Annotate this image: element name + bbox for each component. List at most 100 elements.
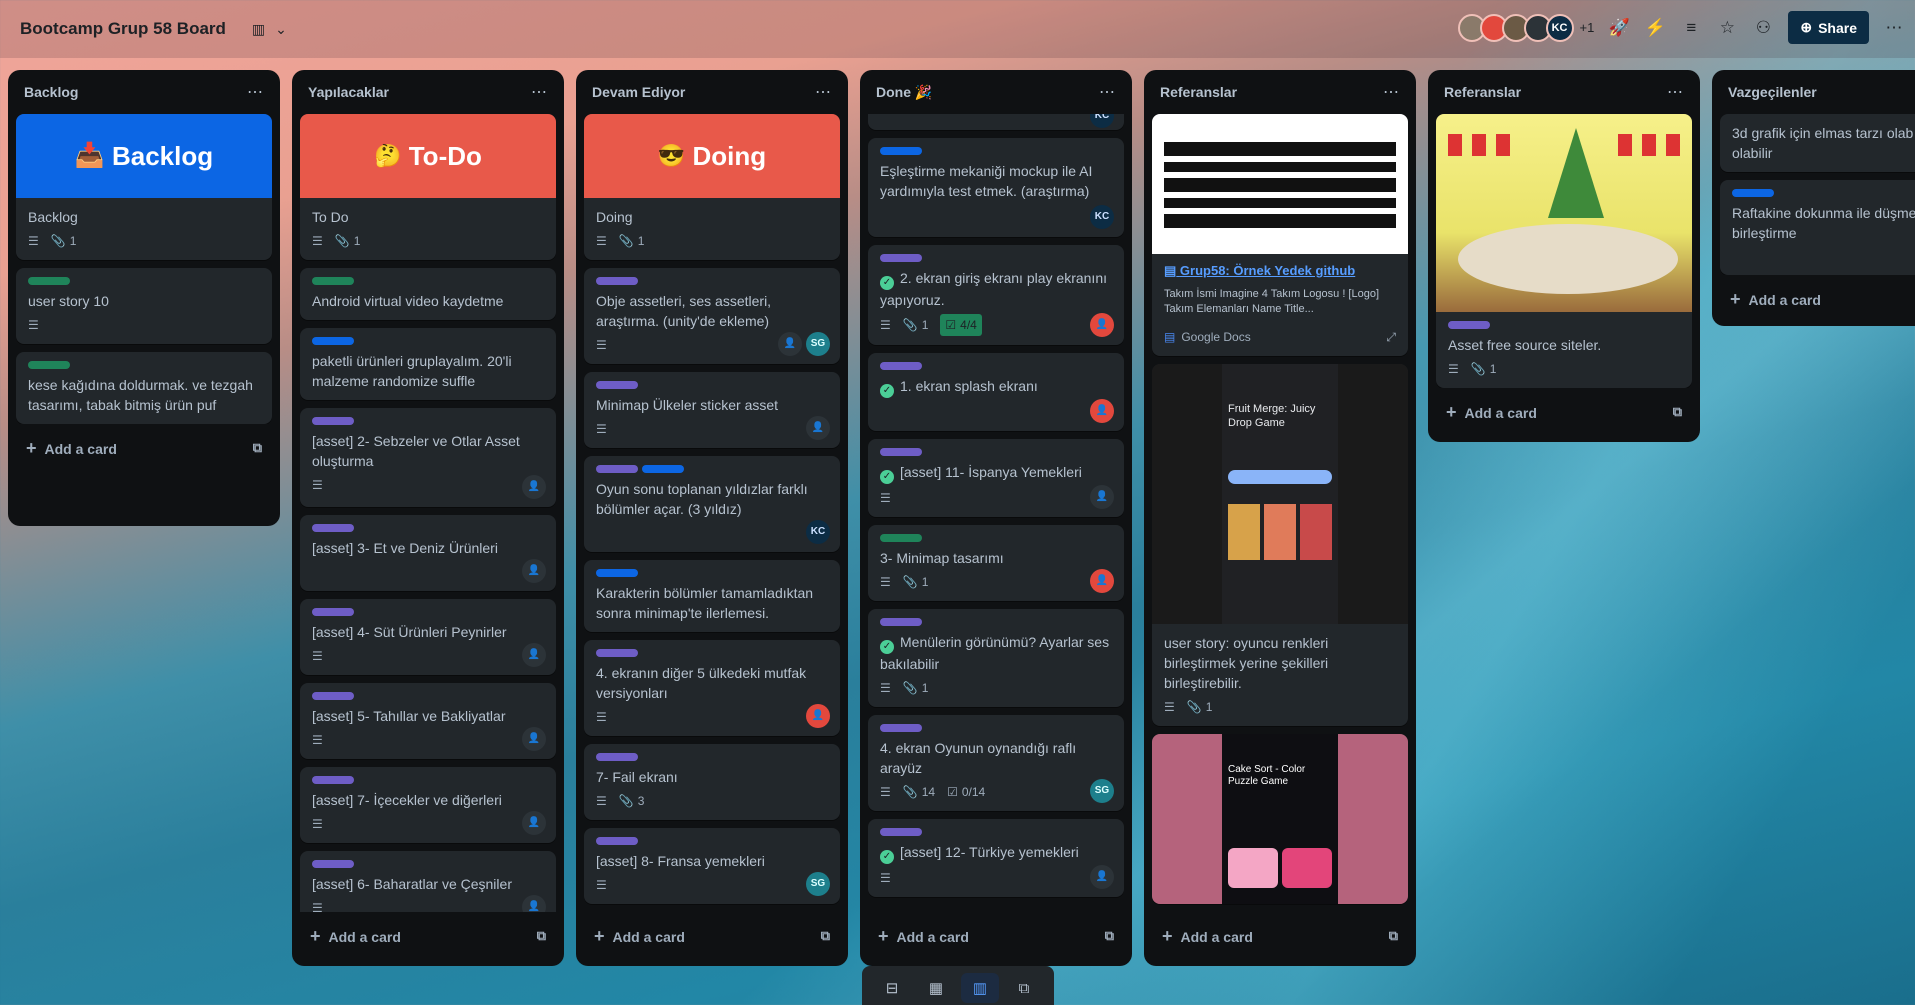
board-view-icon[interactable]: ▥ <box>252 21 265 38</box>
card[interactable]: 🤔 To-Do To Do ☰ 📎 1 <box>300 114 556 260</box>
list-menu-icon[interactable]: ⋯ <box>815 82 832 102</box>
member-avatar-kc[interactable]: KC <box>806 520 830 544</box>
switch-board-icon[interactable]: ⧉ <box>1005 973 1043 1003</box>
card[interactable]: Karakterin bölümler tamamladıktan sonra … <box>584 560 840 632</box>
member-avatar-kc[interactable]: KC <box>1090 114 1114 128</box>
share-button[interactable]: ⊕ Share <box>1788 11 1869 44</box>
card[interactable]: Obje assetleri, ses assetleri, araştırma… <box>584 268 840 364</box>
card[interactable]: ✓ 2. ekran giriş ekranı play ekranını yap… <box>868 245 1124 345</box>
member-avatar[interactable]: 👤 <box>1090 399 1114 423</box>
inbox-view-icon[interactable]: ⊟ <box>873 973 911 1003</box>
member-avatar[interactable]: 👤 <box>806 416 830 440</box>
card[interactable]: 3- Minimap tasarımı ☰ 📎 1 👤 <box>868 525 1124 601</box>
template-icon[interactable]: ⧉ <box>821 928 830 944</box>
card[interactable]: Fruit Merge: Juicy Drop Game user story:… <box>1152 364 1408 726</box>
card[interactable]: ▤ Grup58: Örnek Yedek github Takım İsmi … <box>1152 114 1408 356</box>
card[interactable]: Minimap Ülkeler sticker asset ☰ 👤 <box>584 372 840 448</box>
member-avatar-sg[interactable]: SG <box>1090 779 1114 803</box>
card[interactable]: 7- Fail ekranı ☰ 📎 3 <box>584 744 840 820</box>
card[interactable]: ✓ [asset] 12- Türkiye yemekleri ☰ 👤 <box>868 819 1124 897</box>
card[interactable]: Eşleştirme mekaniği mockup ile AI yardım… <box>868 138 1124 237</box>
member-avatar[interactable]: 👤 <box>806 704 830 728</box>
add-card-button[interactable]: + Add a card ⧉ <box>300 912 556 960</box>
list-menu-icon[interactable]: ⋯ <box>531 82 548 102</box>
card[interactable]: user story 10 ☰ <box>16 268 272 344</box>
member-avatar[interactable]: 👤 <box>522 811 546 835</box>
card[interactable]: 😎 Doing Doing ☰ 📎 1 <box>584 114 840 260</box>
list-title[interactable]: Referanslar <box>1444 84 1521 100</box>
list-title[interactable]: Done 🎉 <box>876 84 932 101</box>
template-icon[interactable]: ⧉ <box>1105 928 1114 944</box>
template-icon[interactable]: ⧉ <box>253 440 262 456</box>
card[interactable]: ✓ Menülerin görünümü? Ayarlar ses bakılab… <box>868 609 1124 707</box>
card[interactable]: 📥 Backlog Backlog ☰ 📎 1 <box>16 114 272 260</box>
list-title[interactable]: Vazgeçilenler <box>1728 84 1817 100</box>
add-card-button[interactable]: + Add a card ⧉ <box>868 912 1124 960</box>
member-avatar[interactable]: 👤 <box>522 727 546 751</box>
card[interactable]: [asset] 6- Baharatlar ve Çeşniler ☰ 👤 <box>300 851 556 912</box>
card[interactable]: [asset] 2- Sebzeler ve Otlar Asset oluşt… <box>300 408 556 507</box>
list-menu-icon[interactable]: ⋯ <box>1099 82 1116 102</box>
card[interactable]: [asset] 4- Süt Ürünleri Peynirler ☰ 👤 <box>300 599 556 675</box>
list-menu-icon[interactable]: ⋯ <box>247 82 264 102</box>
filter-icon[interactable]: ≡ <box>1680 17 1702 39</box>
card[interactable]: Asset free source siteler. ☰ 📎 1 <box>1436 114 1692 388</box>
member-avatar[interactable]: 👤 <box>1090 313 1114 337</box>
more-icon[interactable]: ⋯ <box>1883 17 1905 39</box>
rocket-icon[interactable]: 🚀 <box>1608 17 1630 39</box>
card[interactable]: 4. ekran Oyunun oynandığı raflı arayüz ☰… <box>868 715 1124 811</box>
card[interactable]: ✓ [asset] 11- İspanya Yemekleri ☰ 👤 <box>868 439 1124 517</box>
calendar-view-icon[interactable]: ▦ <box>917 973 955 1003</box>
card[interactable]: [asset] 3- Et ve Deniz Ürünleri 👤 <box>300 515 556 591</box>
card[interactable]: [asset] 5- Tahıllar ve Bakliyatlar ☰ 👤 <box>300 683 556 759</box>
expand-icon[interactable]: ⤢ <box>1386 327 1396 347</box>
list-title[interactable]: Yapılacaklar <box>308 84 389 100</box>
card[interactable]: kese kağıdına doldurmak. ve tezgah tasar… <box>16 352 272 424</box>
template-icon[interactable]: ⧉ <box>537 928 546 944</box>
member-avatar-sg[interactable]: SG <box>806 872 830 896</box>
member-avatar-kc[interactable]: KC <box>1090 205 1114 229</box>
template-icon[interactable]: ⧉ <box>1389 928 1398 944</box>
doc-link[interactable]: ▤ Grup58: Örnek Yedek github <box>1164 263 1396 279</box>
card[interactable]: Cake Sort - Color Puzzle Game <box>1152 734 1408 904</box>
list-title[interactable]: Backlog <box>24 84 78 100</box>
template-icon[interactable]: ⧉ <box>1673 404 1682 420</box>
lightning-icon[interactable]: ⚡ <box>1644 17 1666 39</box>
member-avatar[interactable]: 👤 <box>1090 865 1114 889</box>
card[interactable]: KC <box>868 114 1124 130</box>
list-menu-icon[interactable]: ⋯ <box>1667 82 1684 102</box>
add-card-button[interactable]: + Add a card ⧉ <box>1152 912 1408 960</box>
member-avatar-sg[interactable]: SG <box>806 332 830 356</box>
star-icon[interactable]: ☆ <box>1716 17 1738 39</box>
card[interactable]: [asset] 8- Fransa yemekleri ☰ SG <box>584 828 840 904</box>
add-card-button[interactable]: + Add a card ⧉ <box>1436 388 1692 436</box>
member-avatar[interactable]: 👤 <box>522 895 546 912</box>
board-view-icon[interactable]: ▥ <box>961 973 999 1003</box>
add-card-button[interactable]: + Add a card ⧉ <box>16 424 272 472</box>
member-avatar[interactable]: 👤 <box>522 475 546 499</box>
card[interactable]: [asset] 7- İçecekler ve diğerleri ☰ 👤 <box>300 767 556 843</box>
list-title[interactable]: Referanslar <box>1160 84 1237 100</box>
member-avatars[interactable]: KC +1 <box>1457 13 1595 42</box>
member-avatar[interactable]: 👤 <box>522 559 546 583</box>
extra-members-count[interactable]: +1 <box>1580 20 1595 35</box>
list-menu-icon[interactable]: ⋯ <box>1383 82 1400 102</box>
card[interactable]: paketli ürünleri gruplayalım. 20'li malz… <box>300 328 556 400</box>
add-card-button[interactable]: + Add a card ⧉ <box>584 912 840 960</box>
card[interactable]: ✓ 1. ekran splash ekranı 👤 <box>868 353 1124 431</box>
member-avatar[interactable]: 👤 <box>522 643 546 667</box>
avatar[interactable]: KC <box>1545 13 1574 42</box>
people-icon[interactable]: ⚇ <box>1752 17 1774 39</box>
board-title[interactable]: Bootcamp Grup 58 Board <box>20 19 226 39</box>
chevron-down-icon[interactable]: ⌄ <box>275 21 287 38</box>
card[interactable]: Android virtual video kaydetme <box>300 268 556 320</box>
add-card-button[interactable]: + Add a card <box>1720 275 1907 323</box>
list-title[interactable]: Devam Ediyor <box>592 84 685 100</box>
member-avatar[interactable]: 👤 <box>778 332 802 356</box>
card[interactable]: 4. ekranın diğer 5 ülkedeki mutfak versi… <box>584 640 840 736</box>
view-switcher[interactable]: ▥ ⌄ <box>252 21 287 38</box>
member-avatar[interactable]: 👤 <box>1090 569 1114 593</box>
card[interactable]: Raftakine dokunma ile düşme birleştirme <box>1720 180 1915 275</box>
card[interactable]: Oyun sonu toplanan yıldızlar farklı bölü… <box>584 456 840 552</box>
card[interactable]: 3d grafik için elmas tarzı olab Baloncuk… <box>1720 114 1915 172</box>
